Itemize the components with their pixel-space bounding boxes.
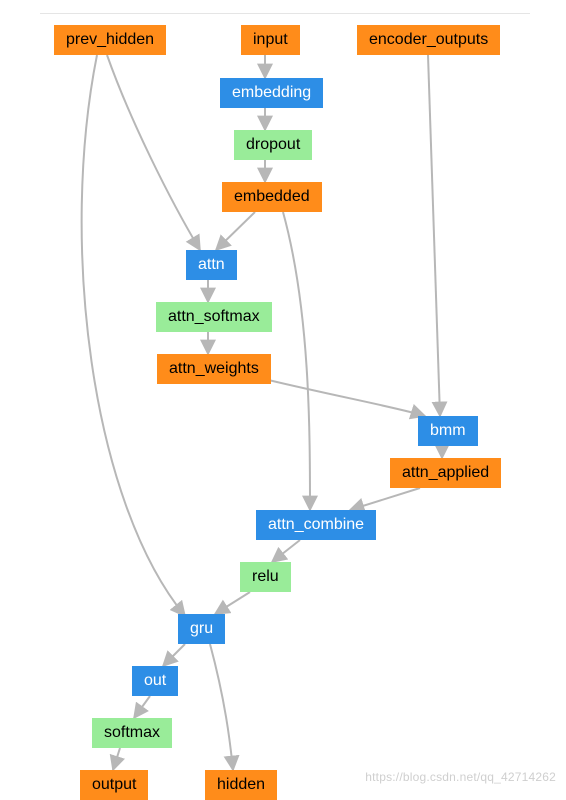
node-label: relu [252,568,279,585]
node-attn-applied: attn_applied [390,458,501,488]
node-label: output [92,776,136,793]
node-attn-softmax: attn_softmax [156,302,272,332]
node-label: encoder_outputs [369,31,488,48]
watermark-text: https://blog.csdn.net/qq_42714262 [365,770,556,784]
node-label: attn_applied [402,464,489,481]
divider-top [40,13,530,14]
node-output: output [80,770,148,800]
node-relu: relu [240,562,291,592]
node-label: softmax [104,724,160,741]
node-embedded: embedded [222,182,322,212]
node-attn: attn [186,250,237,280]
node-attn-weights: attn_weights [157,354,271,384]
node-label: gru [190,620,213,637]
node-prev-hidden: prev_hidden [54,25,166,55]
node-label: dropout [246,136,300,153]
node-label: attn_softmax [168,308,260,325]
node-label: hidden [217,776,265,793]
node-attn-combine: attn_combine [256,510,376,540]
node-input: input [241,25,300,55]
node-hidden: hidden [205,770,277,800]
node-label: attn [198,256,225,273]
node-label: embedded [234,188,310,205]
node-label: embedding [232,84,311,101]
node-embedding: embedding [220,78,323,108]
node-label: input [253,31,288,48]
node-label: prev_hidden [66,31,154,48]
node-label: out [144,672,166,689]
node-label: attn_combine [268,516,364,533]
node-encoder-outputs: encoder_outputs [357,25,500,55]
node-softmax: softmax [92,718,172,748]
node-label: attn_weights [169,360,259,377]
node-bmm: bmm [418,416,478,446]
node-dropout: dropout [234,130,312,160]
node-gru: gru [178,614,225,644]
node-out: out [132,666,178,696]
diagram-edges [0,0,566,799]
node-label: bmm [430,422,466,439]
